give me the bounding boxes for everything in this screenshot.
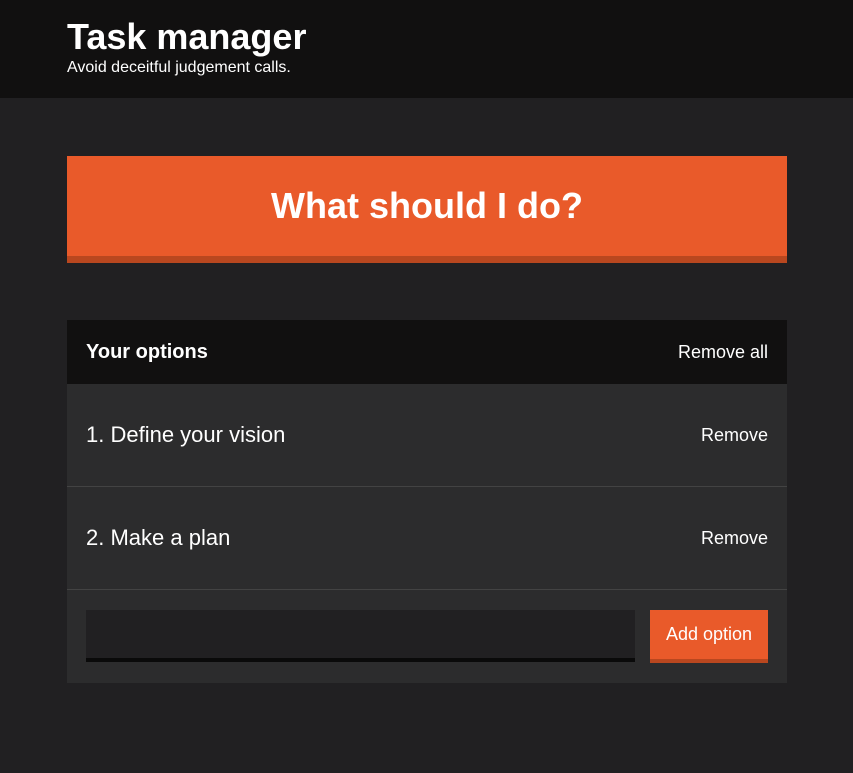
option-item: 2. Make a plan Remove xyxy=(67,487,787,590)
option-item: 1. Define your vision Remove xyxy=(67,384,787,487)
app-header: Task manager Avoid deceitful judgement c… xyxy=(0,0,853,98)
remove-option-button[interactable]: Remove xyxy=(701,425,768,446)
add-option-form: Add option xyxy=(67,590,787,683)
remove-all-button[interactable]: Remove all xyxy=(678,342,768,363)
options-widget-header: Your options Remove all xyxy=(67,320,787,384)
main-container: What should I do? Your options Remove al… xyxy=(0,156,853,683)
options-widget-title: Your options xyxy=(86,340,208,363)
options-widget: Your options Remove all 1. Define your v… xyxy=(67,320,787,683)
what-should-i-do-button[interactable]: What should I do? xyxy=(67,156,787,263)
add-option-button[interactable]: Add option xyxy=(650,610,768,663)
option-text: 1. Define your vision xyxy=(86,422,286,447)
app-title: Task manager xyxy=(67,16,307,57)
option-text: 2. Make a plan xyxy=(86,525,231,550)
option-input[interactable] xyxy=(86,610,635,662)
remove-option-button[interactable]: Remove xyxy=(701,528,768,549)
app-subtitle: Avoid deceitful judgement calls. xyxy=(67,59,291,76)
